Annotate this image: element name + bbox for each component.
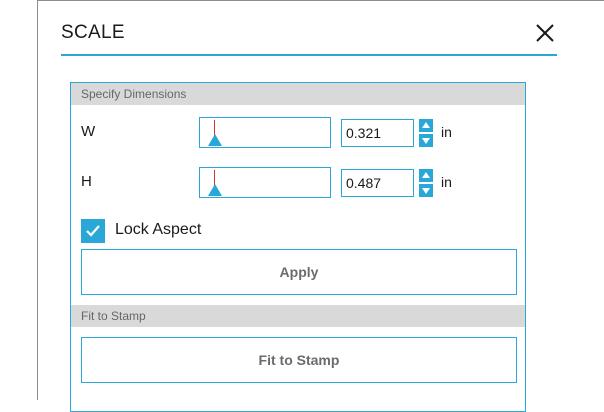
- height-label: H: [81, 173, 92, 190]
- checkmark-icon: [86, 225, 100, 237]
- width-increment-button[interactable]: [419, 119, 433, 132]
- width-input[interactable]: [341, 119, 414, 147]
- height-slider-thumb[interactable]: [208, 184, 222, 196]
- lock-aspect-checkbox[interactable]: [81, 219, 105, 243]
- dialog-title: SCALE: [61, 22, 125, 43]
- apply-button[interactable]: Apply: [81, 249, 517, 295]
- lock-aspect-label: Lock Aspect: [115, 221, 202, 238]
- height-decrement-button[interactable]: [419, 184, 433, 197]
- close-button[interactable]: [533, 20, 557, 46]
- height-input[interactable]: [341, 169, 414, 197]
- dialog-header: SCALE: [61, 20, 557, 56]
- close-icon: [536, 24, 554, 42]
- fit-to-stamp-button[interactable]: Fit to Stamp: [81, 337, 517, 383]
- width-unit: in: [441, 124, 452, 140]
- width-slider-thumb[interactable]: [208, 134, 222, 146]
- height-increment-button[interactable]: [419, 169, 433, 182]
- height-spinner: [419, 169, 433, 197]
- specify-dimensions-header: Specify Dimensions: [71, 83, 525, 105]
- height-row: H in: [71, 167, 525, 199]
- height-unit: in: [441, 174, 452, 190]
- lock-aspect-row: Lock Aspect: [81, 219, 281, 243]
- width-spinner: [419, 119, 433, 147]
- scale-panel: Specify Dimensions W in H in: [70, 82, 526, 412]
- width-row: W in: [71, 117, 525, 149]
- width-slider[interactable]: [199, 117, 331, 148]
- fit-to-stamp-header: Fit to Stamp: [71, 305, 525, 327]
- height-slider[interactable]: [199, 167, 331, 198]
- width-decrement-button[interactable]: [419, 134, 433, 147]
- width-label: W: [81, 123, 96, 140]
